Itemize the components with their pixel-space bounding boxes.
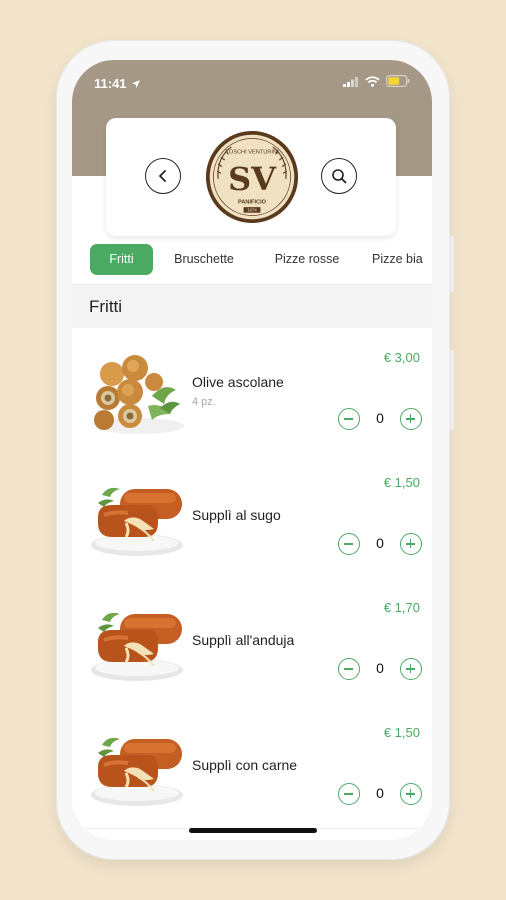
app-screen: 11:41 SV TOSCHI VENTURINI PANIFICIO 1974… <box>72 60 432 840</box>
item-name: Supplì con carne <box>192 757 298 773</box>
suppli-photo <box>90 721 184 811</box>
item-price: € 3,00 <box>383 350 420 365</box>
location-arrow-icon <box>131 79 140 88</box>
phone-side-button <box>450 236 454 292</box>
status-time-group: 11:41 <box>94 76 141 91</box>
plus-button[interactable] <box>400 658 422 680</box>
signal-icon <box>343 76 358 87</box>
quantity-value: 0 <box>376 785 384 801</box>
tab-fritti[interactable]: Fritti <box>90 244 153 275</box>
suppli-photo <box>90 596 184 686</box>
item-price: € 1,50 <box>383 725 420 740</box>
quantity-stepper: 0 <box>338 408 422 430</box>
section-title: Fritti <box>89 297 123 316</box>
item-price: € 1,50 <box>383 475 420 490</box>
logo-bottom-text: PANIFICIO <box>238 199 267 205</box>
logo-tag-text: 1974 <box>247 208 257 213</box>
plus-button[interactable] <box>400 783 422 805</box>
header-card: SV TOSCHI VENTURINI PANIFICIO 1974 <box>106 118 396 236</box>
quantity-stepper: 0 <box>338 533 422 555</box>
item-price: € 1,70 <box>383 600 420 615</box>
chevron-left-icon <box>159 170 166 182</box>
status-icons <box>343 75 410 87</box>
quantity-value: 0 <box>376 535 384 551</box>
plus-button[interactable] <box>400 533 422 555</box>
quantity-stepper: 0 <box>338 658 422 680</box>
status-time: 11:41 <box>94 76 127 91</box>
quantity-value: 0 <box>376 660 384 676</box>
list-item[interactable]: Supplì con carne € 1,50 0 <box>72 703 432 829</box>
plus-button[interactable] <box>400 408 422 430</box>
minus-button[interactable] <box>338 783 360 805</box>
quantity-value: 0 <box>376 410 384 426</box>
brand-logo: SV TOSCHI VENTURINI PANIFICIO 1974 <box>205 130 299 224</box>
phone-side-button <box>450 350 454 430</box>
category-tabs: Fritti Bruschette Pizze rosse Pizze bia <box>72 244 432 280</box>
battery-icon <box>386 75 410 87</box>
suppli-photo <box>90 471 184 561</box>
back-button[interactable] <box>145 158 181 194</box>
tab-pizze-bianche[interactable]: Pizze bia <box>372 244 432 275</box>
olive-ascolane-photo <box>90 346 184 436</box>
minus-button[interactable] <box>338 658 360 680</box>
search-button[interactable] <box>321 158 357 194</box>
home-indicator <box>189 828 317 833</box>
item-name: Supplì al sugo <box>192 507 281 523</box>
item-name: Supplì all'anduja <box>192 632 295 648</box>
item-name: Olive ascolane <box>192 374 284 390</box>
wifi-icon <box>365 75 380 87</box>
minus-button[interactable] <box>338 533 360 555</box>
quantity-stepper: 0 <box>338 783 422 805</box>
item-subtitle: 4 pz. <box>192 396 216 408</box>
search-icon <box>332 169 347 184</box>
section-header: Fritti <box>72 284 432 329</box>
status-bar: 11:41 <box>72 60 432 102</box>
list-item[interactable]: Supplì all'anduja € 1,70 0 <box>72 578 432 704</box>
logo-brand-text: SV <box>228 160 277 198</box>
logo-top-text: TOSCHI VENTURINI <box>225 150 278 156</box>
list-item[interactable]: Olive ascolane 4 pz. € 3,00 0 <box>72 328 432 454</box>
minus-button[interactable] <box>338 408 360 430</box>
tab-pizze-rosse[interactable]: Pizze rosse <box>268 244 346 275</box>
tab-bruschette[interactable]: Bruschette <box>164 244 244 275</box>
list-item[interactable]: Supplì al sugo € 1,50 0 <box>72 453 432 579</box>
